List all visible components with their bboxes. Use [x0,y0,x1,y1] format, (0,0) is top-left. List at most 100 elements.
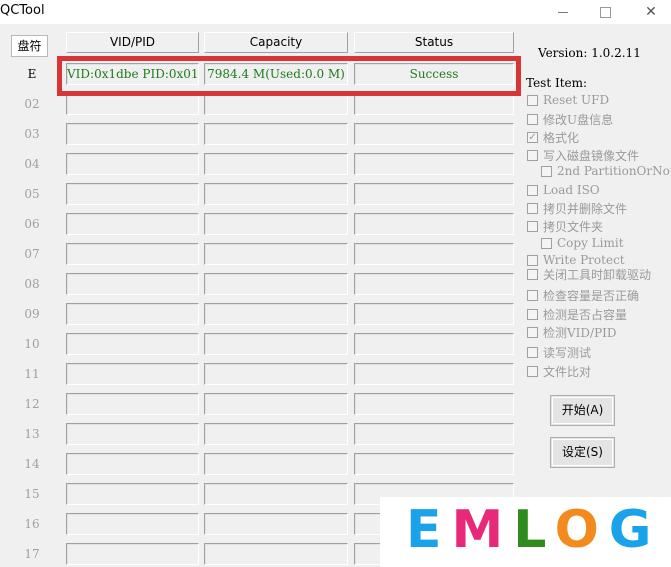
checkbox-icon[interactable] [527,366,538,377]
test-option[interactable]: Reset UFD [527,93,609,107]
test-option[interactable]: ✓ 格式化 [527,129,579,146]
checkbox-icon[interactable] [541,165,552,177]
version-label: Version: 1.0.2.11 [538,46,641,60]
test-option[interactable]: Load ISO [527,183,600,197]
minimize-icon [558,11,568,13]
test-option[interactable]: 写入磁盘镜像文件 [527,147,639,164]
checkbox-icon[interactable] [527,203,538,214]
close-button[interactable]: ✕ [628,0,671,24]
status-cell [354,243,514,265]
vid-cell [66,273,199,295]
row-label: 15 [24,487,40,501]
vid-cell [66,153,199,175]
checkbox-icon[interactable] [527,269,538,280]
test-option-label: 修改U盘信息 [543,113,614,127]
status-cell [354,153,514,175]
checkbox-icon[interactable] [527,327,538,338]
vid-cell [66,123,199,145]
checkbox-icon[interactable] [527,347,538,358]
watermark-letter: E [406,500,452,560]
row-label: 10 [24,337,40,351]
drive-column-header[interactable]: 盘符 [11,35,48,57]
test-option-label: 格式化 [543,131,580,145]
status-cell [354,123,514,145]
checkbox-icon[interactable] [527,94,538,106]
checkbox-icon[interactable] [527,184,538,196]
row-label: 09 [24,307,40,321]
start-button-label: 开始(A) [561,403,604,417]
vid-cell [66,243,199,265]
row-label: 04 [24,157,40,171]
vid-cell [66,213,199,235]
row-label: 02 [24,97,40,111]
test-option[interactable]: 读写测试 [527,344,591,361]
title-bar: QCTool ✕ [0,0,671,24]
vid-cell [66,483,199,505]
checkbox-checked-icon[interactable]: ✓ [527,132,538,143]
test-option-label: 检测VID/PID [543,326,617,340]
capacity-cell [204,363,348,385]
vid-cell [66,543,199,565]
capacity-cell [204,243,348,265]
settings-button[interactable]: 设定(S) [550,437,615,468]
test-option-label: 拷贝并删除文件 [543,202,628,216]
test-option-label: Load ISO [543,183,600,197]
capacity-cell [204,123,348,145]
test-option[interactable]: Copy Limit [541,236,624,250]
status-cell [354,363,514,385]
watermark-letter: M [451,500,514,560]
capacity-cell: 7984.4 M(Used:0.0 M) [204,63,348,85]
capacity-cell [204,453,348,475]
test-option-label: 文件比对 [543,365,592,379]
vid-cell [66,333,199,355]
test-option[interactable]: 拷贝文件夹 [527,218,603,235]
test-option-label: Write Protect [543,253,625,267]
watermark: EMLOG [380,497,671,567]
test-option-label: 读写测试 [543,346,592,360]
checkbox-icon[interactable] [527,150,538,161]
maximize-button[interactable] [582,0,628,24]
minimize-button[interactable] [540,0,586,24]
checkbox-icon[interactable] [527,221,538,232]
test-option-label: 关闭工具时卸载驱动 [543,268,652,282]
capacity-cell [204,333,348,355]
row-label: 08 [24,277,40,291]
watermark-letter: G [608,500,662,560]
test-option[interactable]: 修改U盘信息 [527,111,613,128]
vid-cell [66,303,199,325]
vid-pid-column-header[interactable]: VID/PID [66,32,199,53]
test-option[interactable]: 检查容量是否正确 [527,287,639,304]
checkbox-icon[interactable] [541,237,552,249]
status-column-header[interactable]: Status [354,32,514,53]
row-label: 16 [24,517,40,531]
checkbox-icon[interactable] [527,254,538,266]
row-label: 11 [24,367,40,381]
test-option[interactable]: 拷贝并删除文件 [527,200,627,217]
checkbox-icon[interactable] [527,114,538,125]
checkbox-icon[interactable] [527,309,538,320]
capacity-cell [204,153,348,175]
vid-cell [66,393,199,415]
status-cell [354,453,514,475]
test-option[interactable]: 检测是否占容量 [527,306,627,323]
test-option-label: Copy Limit [557,236,624,250]
row-label: 03 [24,127,40,141]
capacity-cell [204,213,348,235]
capacity-cell [204,543,348,565]
row-label: 13 [24,427,40,441]
capacity-cell [204,423,348,445]
test-option[interactable]: 文件比对 [527,363,591,380]
vid-cell [66,513,199,535]
watermark-text: EMLOG [406,502,661,558]
test-option[interactable]: 检测VID/PID [527,324,617,341]
capacity-column-header[interactable]: Capacity [204,32,348,53]
status-cell [354,303,514,325]
start-button[interactable]: 开始(A) [550,395,615,426]
test-option[interactable]: 2nd PartitionOrNot [541,164,671,178]
status-cell [354,183,514,205]
test-option[interactable]: 关闭工具时卸载驱动 [527,266,651,283]
checkbox-icon[interactable] [527,290,538,301]
test-option[interactable]: Write Protect [527,253,625,267]
capacity-cell [204,273,348,295]
row-label: 06 [24,217,40,231]
